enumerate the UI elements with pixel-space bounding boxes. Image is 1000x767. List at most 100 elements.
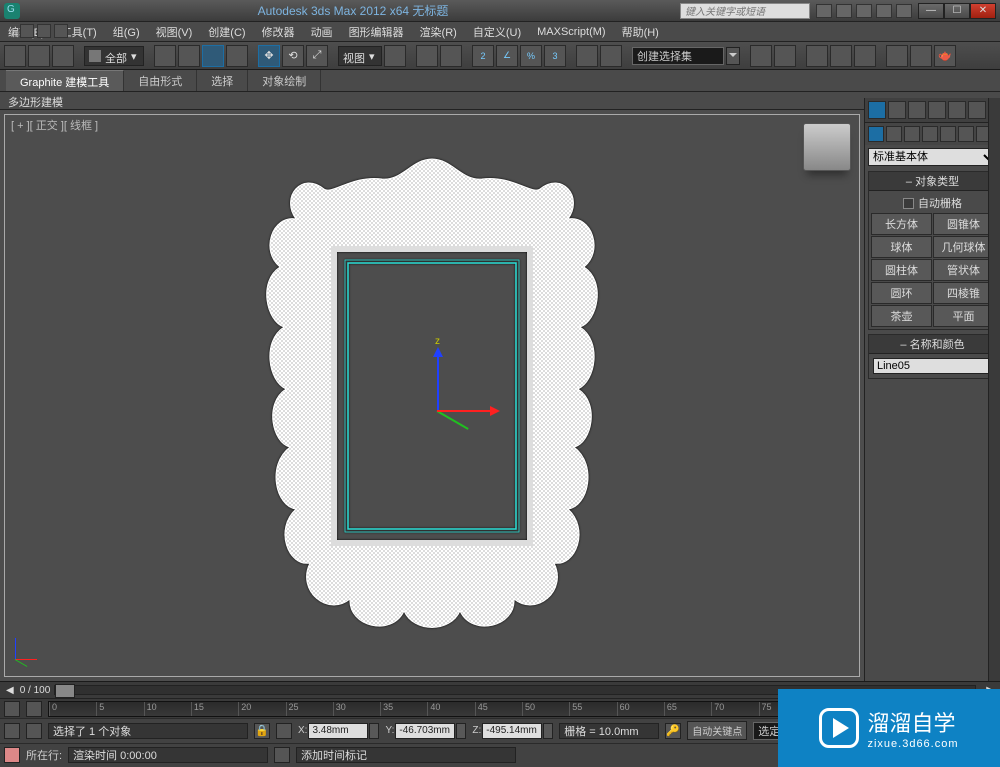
select-rotate-icon[interactable]: ⟲ [282,45,304,67]
bind-spacewarp-icon[interactable] [52,45,74,67]
dropdown-arrow-icon[interactable] [726,47,740,65]
prim-pyramid[interactable]: 四棱锥 [933,282,994,304]
prim-sphere[interactable]: 球体 [871,236,932,258]
helpers-category-icon[interactable] [940,126,956,142]
edit-named-sel-icon[interactable] [576,45,598,67]
pivot-center-icon[interactable] [384,45,406,67]
snap-percent-icon[interactable]: % [520,45,542,67]
menu-grapheditors[interactable]: 图形编辑器 [345,24,408,40]
qa-dropdown-icon[interactable] [54,24,68,38]
menu-modifiers[interactable]: 修改器 [258,24,299,40]
isolate-icon[interactable] [274,747,290,763]
ribbon-tab-paint[interactable]: 对象绘制 [248,70,321,91]
geometry-category-icon[interactable] [868,126,884,142]
spinner-snap-icon[interactable]: 3 [544,45,566,67]
select-object-icon[interactable] [154,45,176,67]
lock-selection-icon[interactable]: 🔒 [254,723,270,739]
autogrid-row[interactable]: 自动栅格 [871,193,994,213]
spacewarps-category-icon[interactable] [958,126,974,142]
panel-scrollbar[interactable] [988,98,1000,681]
render-setup-icon[interactable] [886,45,908,67]
minimize-button[interactable]: — [918,3,944,19]
timeline-config-icon[interactable] [4,701,20,717]
display-tab-icon[interactable] [948,101,966,119]
menu-views[interactable]: 视图(V) [152,24,197,40]
infocenter-icon[interactable] [816,4,832,18]
prim-cylinder[interactable]: 圆柱体 [871,259,932,281]
modify-tab-icon[interactable] [888,101,906,119]
help-search-input[interactable]: 键入关键字或短语 [680,3,810,19]
menu-create[interactable]: 创建(C) [204,24,249,40]
menu-maxscript[interactable]: MAXScript(M) [533,26,609,38]
snap-2d-icon[interactable]: 2 [472,45,494,67]
ribbon-tab-selection[interactable]: 选择 [197,70,248,91]
material-editor-icon[interactable] [854,45,876,67]
coord-z-input[interactable]: -495.14mm [482,723,542,739]
menu-animation[interactable]: 动画 [307,24,337,40]
manipulate-icon[interactable] [416,45,438,67]
prim-tube[interactable]: 管状体 [933,259,994,281]
signin-icon[interactable] [836,4,852,18]
qa-undo-icon[interactable] [20,24,34,38]
hierarchy-tab-icon[interactable] [908,101,926,119]
primitive-type-dropdown[interactable]: 标准基本体 [868,148,997,166]
close-button[interactable]: ✕ [970,3,996,19]
create-tab-icon[interactable] [868,101,886,119]
coord-x-spinner[interactable] [369,723,379,739]
named-selection-sets-dropdown[interactable]: 创建选择集 [632,47,724,65]
prim-geosphere[interactable]: 几何球体 [933,236,994,258]
menu-group[interactable]: 组(G) [109,24,144,40]
autokey-button[interactable]: 自动关键点 [687,721,747,740]
render-production-icon[interactable]: 🫖 [934,45,956,67]
coord-y-spinner[interactable] [456,723,466,739]
coord-z-spinner[interactable] [543,723,553,739]
transform-absolute-icon[interactable] [276,723,292,739]
rollout-header-name[interactable]: – 名称和颜色 [869,335,996,354]
ref-coord-dropdown[interactable]: 视图 ▾ [338,46,382,66]
listener-mini-icon[interactable] [26,723,42,739]
mirror-icon[interactable] [600,45,622,67]
select-move-icon[interactable]: ✥ [258,45,280,67]
scene-object-frame[interactable] [252,151,612,641]
autogrid-checkbox[interactable] [903,198,914,209]
prim-plane[interactable]: 平面 [933,305,994,327]
help-icon[interactable] [896,4,912,18]
select-name-icon[interactable] [178,45,200,67]
ribbon-tab-graphite[interactable]: Graphite 建模工具 [6,70,124,91]
favorites-icon[interactable] [876,4,892,18]
rollout-header[interactable]: – 对象类型 [869,172,996,191]
prim-cone[interactable]: 圆锥体 [933,213,994,235]
add-time-tag[interactable]: 添加时间标记 [296,747,516,763]
gizmo-x-axis[interactable] [437,410,497,412]
ribbon-panel-label[interactable]: 多边形建模 [0,92,1000,110]
prim-torus[interactable]: 圆环 [871,282,932,304]
selection-filter-dropdown[interactable]: 全部 ▾ [84,46,144,66]
exchange-icon[interactable] [856,4,872,18]
object-name-input[interactable] [873,358,1000,374]
gizmo-z-axis[interactable] [437,350,439,410]
coord-y-input[interactable]: -46.703mm [395,723,455,739]
window-crossing-icon[interactable] [226,45,248,67]
time-slider-thumb[interactable] [55,684,75,698]
rendered-frame-icon[interactable] [910,45,932,67]
prim-box[interactable]: 长方体 [871,213,932,235]
ribbon-tab-freeform[interactable]: 自由形式 [124,70,197,91]
keyboard-shortcut-icon[interactable] [440,45,462,67]
snap-angle-icon[interactable]: ∠ [496,45,518,67]
viewport-label[interactable]: [ + ][ 正交 ][ 线框 ] [11,117,98,133]
app-icon[interactable] [4,3,20,19]
align-icon[interactable] [750,45,772,67]
key-mode-icon[interactable]: 🔑 [665,723,681,739]
viewcube[interactable] [803,123,851,171]
link-icon[interactable] [4,45,26,67]
lights-category-icon[interactable] [904,126,920,142]
menu-customize[interactable]: 自定义(U) [469,24,525,40]
menu-help[interactable]: 帮助(H) [618,24,663,40]
coord-x-input[interactable]: 3.48mm [308,723,368,739]
primitive-type-select[interactable]: 标准基本体 [868,148,997,166]
prim-teapot[interactable]: 茶壶 [871,305,932,327]
timeline-filter-icon[interactable] [26,701,42,717]
motion-tab-icon[interactable] [928,101,946,119]
select-scale-icon[interactable]: ⤢ [306,45,328,67]
maximize-button[interactable]: ☐ [944,3,970,19]
